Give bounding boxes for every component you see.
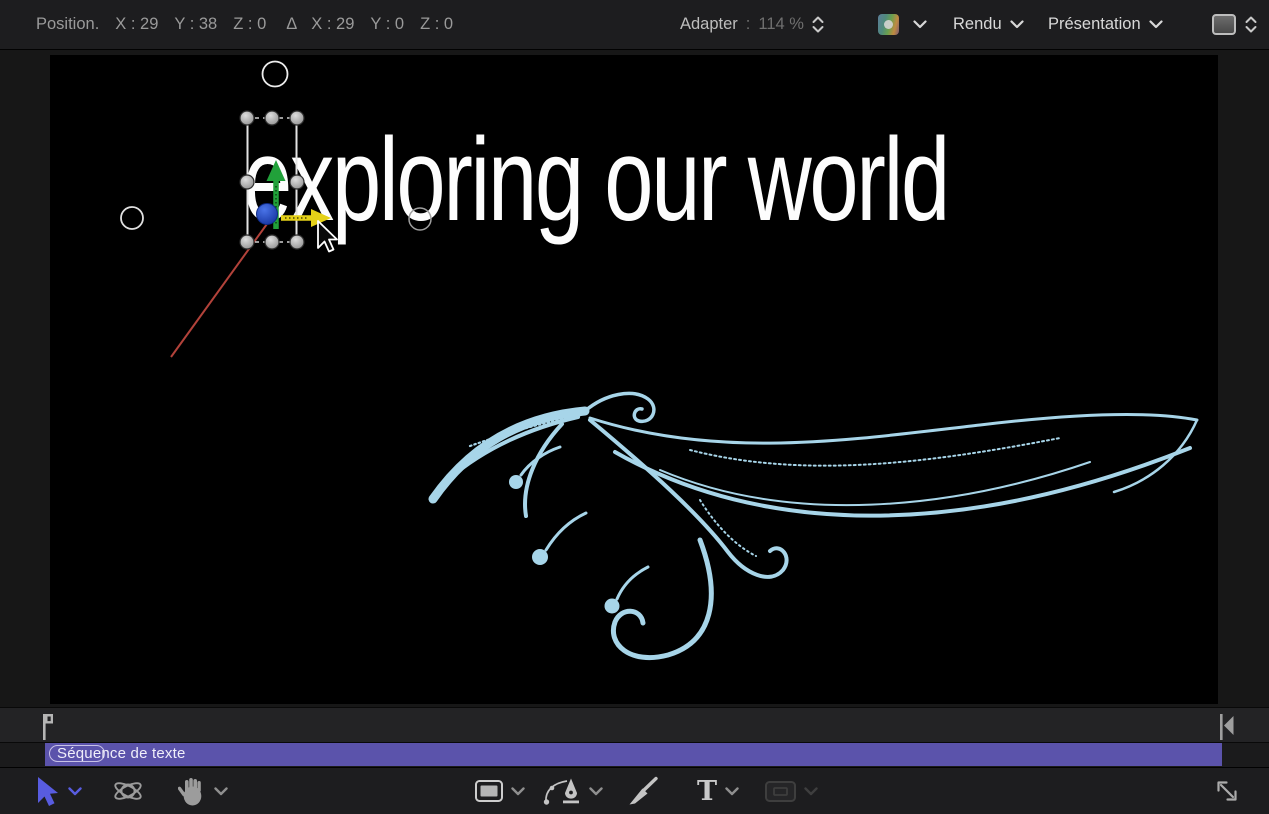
color-channels-swatch-icon — [878, 14, 899, 35]
sequence-bar[interactable]: Séquence de texte — [45, 743, 1222, 766]
paintbrush-icon — [627, 776, 659, 806]
chevron-down-icon[interactable] — [589, 787, 603, 796]
selection-handle[interactable] — [265, 235, 279, 249]
view-menu[interactable]: Présentation — [1048, 0, 1163, 49]
chevron-down-icon[interactable] — [214, 787, 228, 796]
zoom-value[interactable]: 114 % — [758, 15, 804, 34]
expand-view-button[interactable] — [1206, 768, 1248, 814]
render-menu[interactable]: Rendu — [953, 0, 1024, 49]
layout-pane-icon — [1212, 14, 1236, 35]
stepper-icon[interactable] — [812, 16, 824, 33]
text-tool-icon: T — [697, 778, 717, 805]
motion-window: Position. X : 29 Y : 38 Z : 0 Δ X : 29 Y… — [0, 0, 1269, 814]
pen-nib-icon — [543, 778, 581, 805]
mask-rectangle-icon — [765, 781, 796, 802]
chevron-down-icon[interactable] — [725, 787, 739, 796]
path-control-point[interactable] — [263, 62, 288, 87]
selection-handle[interactable] — [290, 175, 304, 189]
paintbrush-tool[interactable] — [622, 768, 664, 814]
render-channels-menu[interactable] — [878, 0, 927, 49]
stepper-icon[interactable] — [1245, 16, 1257, 33]
chevron-down-icon — [913, 20, 927, 29]
readout-dx: X : 29 — [311, 15, 354, 34]
readout-delta-symbol: Δ — [286, 15, 297, 34]
chevron-down-icon[interactable] — [511, 787, 525, 796]
anchor-point-handle[interactable] — [257, 204, 278, 225]
canvas-overlay — [50, 55, 1218, 704]
canvas-viewport[interactable]: exploring our world — [50, 55, 1218, 704]
sequence-bar-label: Séquence de texte — [57, 745, 186, 762]
chevron-down-icon — [1010, 20, 1024, 29]
selection-handle[interactable] — [290, 111, 304, 125]
path-control-point[interactable] — [121, 207, 143, 229]
readout-dz: Z : 0 — [420, 15, 453, 34]
position-readout: Position. X : 29 Y : 38 Z : 0 Δ X : 29 Y… — [36, 0, 453, 49]
selection-handle[interactable] — [240, 111, 254, 125]
play-range-end-marker[interactable] — [1220, 714, 1234, 740]
readout-x: X : 29 — [115, 15, 158, 34]
pan-tool[interactable] — [172, 768, 234, 814]
bezier-tool[interactable] — [538, 768, 608, 814]
readout-z: Z : 0 — [233, 15, 266, 34]
orbit-3d-icon — [111, 776, 145, 806]
selection-handle[interactable] — [290, 235, 304, 249]
readout-dy: Y : 0 — [370, 15, 404, 34]
zoom-separator: : — [746, 15, 751, 34]
play-range-start-marker[interactable] — [43, 714, 53, 740]
selection-handle[interactable] — [240, 235, 254, 249]
text-tool[interactable]: T — [688, 768, 748, 814]
mini-timeline-ruler[interactable] — [0, 707, 1269, 743]
selection-handle[interactable] — [265, 111, 279, 125]
hand-icon — [178, 776, 206, 806]
select-arrow-icon — [36, 776, 60, 806]
expand-diagonal-icon — [1213, 777, 1241, 805]
selection-handle[interactable] — [240, 175, 254, 189]
motion-path-line[interactable] — [171, 217, 272, 357]
tool-toolbar: T — [0, 767, 1269, 814]
render-menu-label: Rendu — [953, 15, 1002, 34]
canvas-area: exploring our world — [0, 50, 1269, 707]
chevron-down-icon — [804, 787, 818, 796]
rectangle-tool[interactable] — [470, 768, 530, 814]
chevron-down-icon[interactable] — [68, 787, 82, 796]
readout-label: Position. — [36, 15, 99, 34]
zoom-level-control[interactable]: Adapter : 114 % — [680, 0, 824, 49]
readout-y: Y : 38 — [174, 15, 217, 34]
view-menu-label: Présentation — [1048, 15, 1141, 34]
mini-timeline-track: Séquence de texte — [0, 743, 1269, 767]
window-layout-control[interactable] — [1212, 0, 1257, 49]
select-transform-tool[interactable] — [28, 768, 90, 814]
orbit-3d-transform-tool[interactable] — [108, 768, 148, 814]
chevron-down-icon — [1149, 20, 1163, 29]
mask-tool-disabled — [760, 768, 822, 814]
x-axis-arrow[interactable] — [281, 209, 331, 227]
path-control-point[interactable] — [409, 208, 431, 230]
rectangle-shape-icon — [475, 780, 503, 802]
canvas-status-toolbar: Position. X : 29 Y : 38 Z : 0 Δ X : 29 Y… — [0, 0, 1269, 50]
zoom-label: Adapter — [680, 15, 738, 34]
mouse-cursor — [318, 221, 337, 252]
flourish-graphic-object[interactable] — [433, 393, 1197, 657]
